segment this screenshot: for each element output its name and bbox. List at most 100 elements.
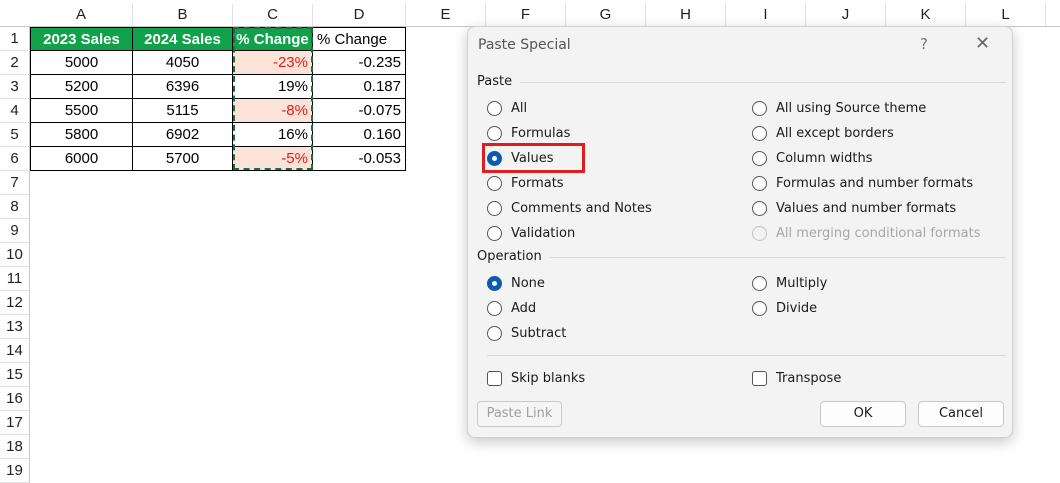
cell-c2[interactable]: -23% [233,51,313,75]
radio-icon [752,176,767,191]
close-icon[interactable]: ✕ [975,33,990,54]
cell-c3[interactable]: 19% [233,75,313,99]
radio-label: All [511,101,528,116]
row-header-6[interactable]: 6 [0,147,30,171]
radio-label: Add [511,301,537,316]
dialog-title: Paste Special [478,37,571,53]
paste-link-button: Paste Link [477,401,562,427]
radio-label: Values [511,151,554,166]
column-header-l[interactable]: L [966,4,1046,26]
cell-d3[interactable]: 0.187 [313,75,406,99]
radio-label: None [511,276,545,291]
cell-d6[interactable]: -0.053 [313,147,406,171]
row-header-4[interactable]: 4 [0,99,30,123]
radio-label: Subtract [511,326,567,341]
checkbox-icon [487,371,502,386]
checkbox-label: Transpose [776,371,842,386]
column-header-b[interactable]: B [133,4,233,26]
cell-b5[interactable]: 6902 [133,123,233,147]
radio-icon [752,276,767,291]
radio-label: Multiply [776,276,828,291]
radio-label: Column widths [776,151,873,166]
cell-a5[interactable]: 5800 [30,123,133,147]
row-header-1[interactable]: 1 [0,27,30,51]
operation-group-divider [550,257,1006,258]
row-header-11[interactable]: 11 [0,267,30,291]
radio-icon [487,201,502,216]
cell-a3[interactable]: 5200 [30,75,133,99]
column-header-e[interactable]: E [406,4,486,26]
cell-c5[interactable]: 16% [233,123,313,147]
radio-label: Divide [776,301,818,316]
help-icon[interactable]: ? [920,35,928,53]
radio-label: Validation [511,226,576,241]
checkbox-icon [752,371,767,386]
cell-b1[interactable]: 2024 Sales [133,27,233,51]
cell-a2[interactable]: 5000 [30,51,133,75]
radio-label: Values and number formats [776,201,957,216]
paste-group-divider [520,82,1006,83]
row-header-12[interactable]: 12 [0,291,30,315]
cell-a4[interactable]: 5500 [30,99,133,123]
ok-button[interactable]: OK [820,401,906,427]
row-header-15[interactable]: 15 [0,363,30,387]
cell-b4[interactable]: 5115 [133,99,233,123]
row-header-13[interactable]: 13 [0,315,30,339]
checkbox-label: Skip blanks [511,371,586,386]
cell-b2[interactable]: 4050 [133,51,233,75]
row-header-14[interactable]: 14 [0,339,30,363]
radio-icon [487,126,502,141]
cell-c1[interactable]: % Change [233,27,313,51]
paste-group-label: Paste [477,74,513,89]
row-header-18[interactable]: 18 [0,435,30,459]
column-header-f[interactable]: F [486,4,566,26]
row-header-9[interactable]: 9 [0,219,30,243]
row-header-5[interactable]: 5 [0,123,30,147]
radio-icon [752,226,767,241]
radio-label: Comments and Notes [511,201,652,216]
radio-label: Formats [511,176,564,191]
cell-d1[interactable]: % Change [313,27,406,51]
column-header-d[interactable]: D [313,4,406,26]
radio-icon [487,326,502,341]
row-header-10[interactable]: 10 [0,243,30,267]
column-header-a[interactable]: A [30,4,133,26]
radio-icon [752,101,767,116]
cell-d5[interactable]: 0.160 [313,123,406,147]
radio-icon [487,301,502,316]
paste-special-dialog: Paste Special ? ✕ Paste All Formulas Val… [467,26,1013,438]
row-header-8[interactable]: 8 [0,195,30,219]
column-header-k[interactable]: K [886,4,966,26]
radio-icon [487,176,502,191]
row-header-2[interactable]: 2 [0,51,30,75]
column-header-h[interactable]: H [646,4,726,26]
row-header-17[interactable]: 17 [0,411,30,435]
cell-a6[interactable]: 6000 [30,147,133,171]
cell-b3[interactable]: 6396 [133,75,233,99]
cell-d2[interactable]: -0.235 [313,51,406,75]
radio-label: All except borders [776,126,894,141]
radio-icon [752,301,767,316]
row-header-16[interactable]: 16 [0,387,30,411]
column-header-i[interactable]: I [726,4,806,26]
row-header-3[interactable]: 3 [0,75,30,99]
checkbox-divider [487,355,1006,356]
cell-c4[interactable]: -8% [233,99,313,123]
column-header-j[interactable]: J [806,4,886,26]
radio-icon [487,226,502,241]
cancel-button[interactable]: Cancel [918,401,1004,427]
cell-d4[interactable]: -0.075 [313,99,406,123]
radio-icon [487,101,502,116]
radio-label: All merging conditional formats [776,226,981,241]
row-header-19[interactable]: 19 [0,459,30,483]
cell-c6[interactable]: -5% [233,147,313,171]
row-header-7[interactable]: 7 [0,171,30,195]
radio-label: Formulas and number formats [776,176,974,191]
column-header-c[interactable]: C [233,4,313,26]
radio-selected-icon [487,151,502,166]
radio-icon [752,201,767,216]
cell-a1[interactable]: 2023 Sales [30,27,133,51]
radio-icon [752,151,767,166]
column-header-g[interactable]: G [566,4,646,26]
cell-b6[interactable]: 5700 [133,147,233,171]
